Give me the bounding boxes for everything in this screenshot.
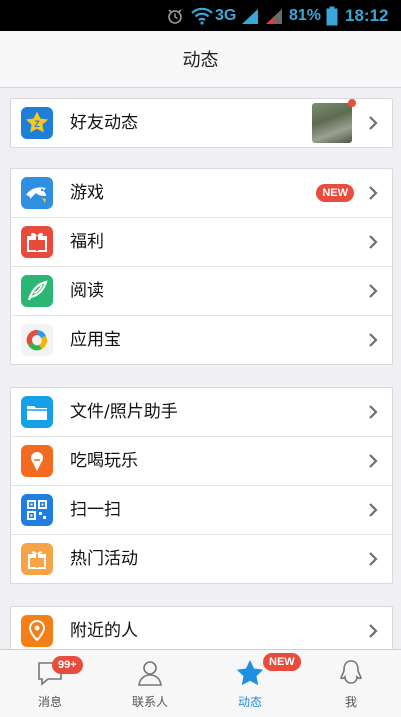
chevron-right-icon bbox=[365, 404, 381, 420]
row-label: 应用宝 bbox=[70, 330, 121, 350]
tab-label: 联系人 bbox=[131, 695, 168, 709]
penguin-icon bbox=[336, 658, 366, 688]
svg-text:Z: Z bbox=[34, 119, 40, 129]
tab-messages[interactable]: 99+ 消息 bbox=[0, 650, 100, 717]
row-label: 好友动态 bbox=[70, 113, 138, 133]
star-icon bbox=[235, 658, 265, 688]
battery-percent: 81% bbox=[289, 6, 322, 24]
chevron-right-icon bbox=[365, 234, 381, 250]
appstore-icon bbox=[21, 324, 53, 356]
row-scan[interactable]: 扫一扫 bbox=[11, 486, 392, 535]
row-label: 文件/照片助手 bbox=[70, 402, 178, 422]
battery-icon bbox=[326, 0, 338, 31]
unread-count-badge: 99+ bbox=[52, 656, 83, 674]
row-label: 福利 bbox=[70, 232, 104, 252]
location-icon bbox=[21, 615, 53, 647]
status-bar: 3G 81% 18:12 bbox=[0, 0, 401, 31]
qrcode-icon bbox=[21, 494, 53, 526]
contacts-icon bbox=[135, 658, 165, 688]
signal-2-icon bbox=[264, 0, 284, 31]
page-title: 动态 bbox=[182, 50, 219, 71]
game-shark-icon bbox=[21, 177, 53, 209]
chevron-right-icon bbox=[365, 185, 381, 201]
row-label: 阅读 bbox=[70, 281, 104, 301]
row-games[interactable]: 游戏 NEW bbox=[11, 169, 392, 218]
icecream-icon bbox=[21, 445, 53, 477]
star-icon: Z bbox=[21, 107, 53, 139]
row-label: 扫一扫 bbox=[70, 500, 121, 520]
chevron-right-icon bbox=[365, 332, 381, 348]
group-apps: 游戏 NEW 福利 阅读 应用宝 bbox=[10, 168, 393, 365]
chevron-right-icon bbox=[365, 623, 381, 639]
row-label: 附近的人 bbox=[70, 621, 138, 641]
new-badge: NEW bbox=[316, 184, 354, 202]
bottom-tab-bar: 99+ 消息 联系人 NEW 动态 我 bbox=[0, 649, 401, 717]
tab-label: 消息 bbox=[37, 695, 62, 709]
alarm-icon bbox=[166, 0, 184, 31]
row-appstore[interactable]: 应用宝 bbox=[11, 316, 392, 364]
tab-feed[interactable]: NEW 动态 bbox=[200, 650, 301, 717]
chevron-right-icon bbox=[365, 502, 381, 518]
chevron-right-icon bbox=[365, 115, 381, 131]
chevron-right-icon bbox=[365, 453, 381, 469]
present-icon bbox=[21, 543, 53, 575]
gift-icon bbox=[21, 226, 53, 258]
network-type: 3G bbox=[215, 6, 237, 24]
tab-me[interactable]: 我 bbox=[301, 650, 401, 717]
new-badge: NEW bbox=[263, 653, 301, 671]
row-file-assistant[interactable]: 文件/照片助手 bbox=[11, 388, 392, 437]
signal-icon bbox=[240, 0, 260, 31]
row-reading[interactable]: 阅读 bbox=[11, 267, 392, 316]
row-label: 吃喝玩乐 bbox=[70, 451, 138, 471]
title-bar: 动态 bbox=[0, 31, 401, 88]
row-friends-feed[interactable]: Z 好友动态 bbox=[11, 99, 392, 147]
clock: 18:12 bbox=[345, 5, 389, 25]
row-hot-events[interactable]: 热门活动 bbox=[11, 535, 392, 583]
row-label: 游戏 bbox=[70, 183, 104, 203]
row-label: 热门活动 bbox=[70, 549, 138, 569]
friend-photo-thumbnail bbox=[312, 103, 352, 143]
tab-label: 动态 bbox=[237, 695, 262, 709]
wifi-icon bbox=[191, 0, 213, 31]
row-food-fun[interactable]: 吃喝玩乐 bbox=[11, 437, 392, 486]
tab-contacts[interactable]: 联系人 bbox=[100, 650, 200, 717]
row-nearby-people[interactable]: 附近的人 bbox=[11, 607, 392, 655]
chevron-right-icon bbox=[365, 283, 381, 299]
feather-icon bbox=[21, 275, 53, 307]
group-friends: Z 好友动态 bbox=[10, 98, 393, 148]
unread-dot bbox=[348, 99, 356, 107]
row-welfare[interactable]: 福利 bbox=[11, 218, 392, 267]
chevron-right-icon bbox=[365, 551, 381, 567]
tab-label: 我 bbox=[344, 695, 357, 709]
group-tools: 文件/照片助手 吃喝玩乐 扫一扫 热门活动 bbox=[10, 387, 393, 584]
folder-icon bbox=[21, 396, 53, 428]
